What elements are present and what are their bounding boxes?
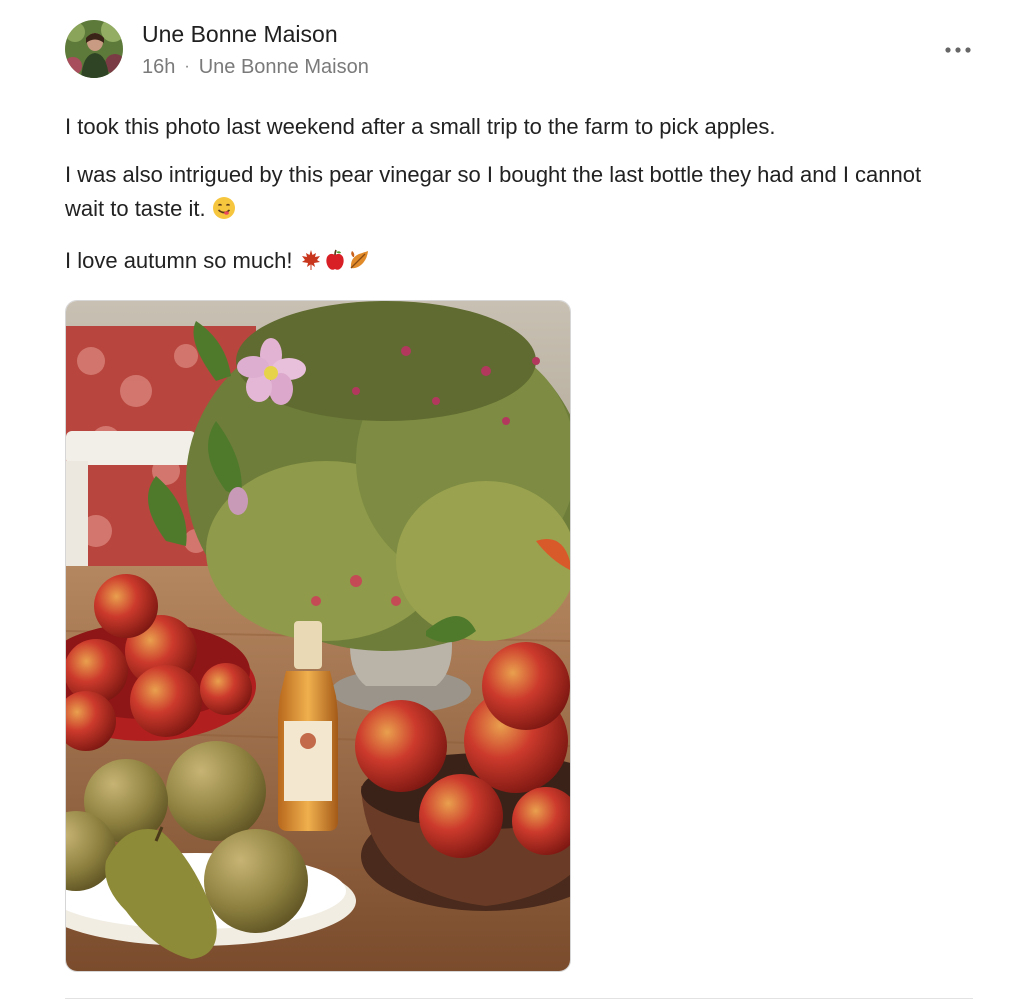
post-divider	[65, 998, 973, 999]
fallen-leaf-icon	[347, 248, 371, 282]
paragraph-text: I was also intrigued by this pear vinega…	[65, 162, 922, 221]
author-name[interactable]: Une Bonne Maison	[142, 21, 338, 48]
paragraph-text: I took this photo last weekend after a s…	[65, 114, 776, 139]
post-meta: 16h · Une Bonne Maison	[142, 56, 369, 79]
maple-leaf-icon	[299, 248, 323, 282]
post-timestamp: 16h	[142, 56, 176, 78]
meta-separator: ·	[184, 58, 190, 75]
publication-name[interactable]: Une Bonne Maison	[199, 56, 369, 78]
paragraph-text: I love autumn so much!	[65, 248, 293, 273]
post-body: I took this photo last weekend after a s…	[65, 110, 965, 296]
post-card: Une Bonne Maison 16h · Une Bonne Maison I …	[0, 0, 1034, 1002]
avatar-image	[65, 20, 123, 78]
more-options-button[interactable]	[938, 36, 978, 64]
savoring-food-face-icon	[212, 196, 236, 230]
post-paragraph: I love autumn so much!	[65, 244, 965, 282]
photo-still-life	[66, 301, 570, 971]
post-photo[interactable]	[65, 300, 571, 972]
ellipsis-icon	[945, 47, 971, 53]
post-paragraph: I was also intrigued by this pear vinega…	[65, 158, 965, 230]
post-paragraph: I took this photo last weekend after a s…	[65, 110, 965, 144]
author-avatar[interactable]	[65, 20, 123, 78]
red-apple-icon	[323, 248, 347, 282]
